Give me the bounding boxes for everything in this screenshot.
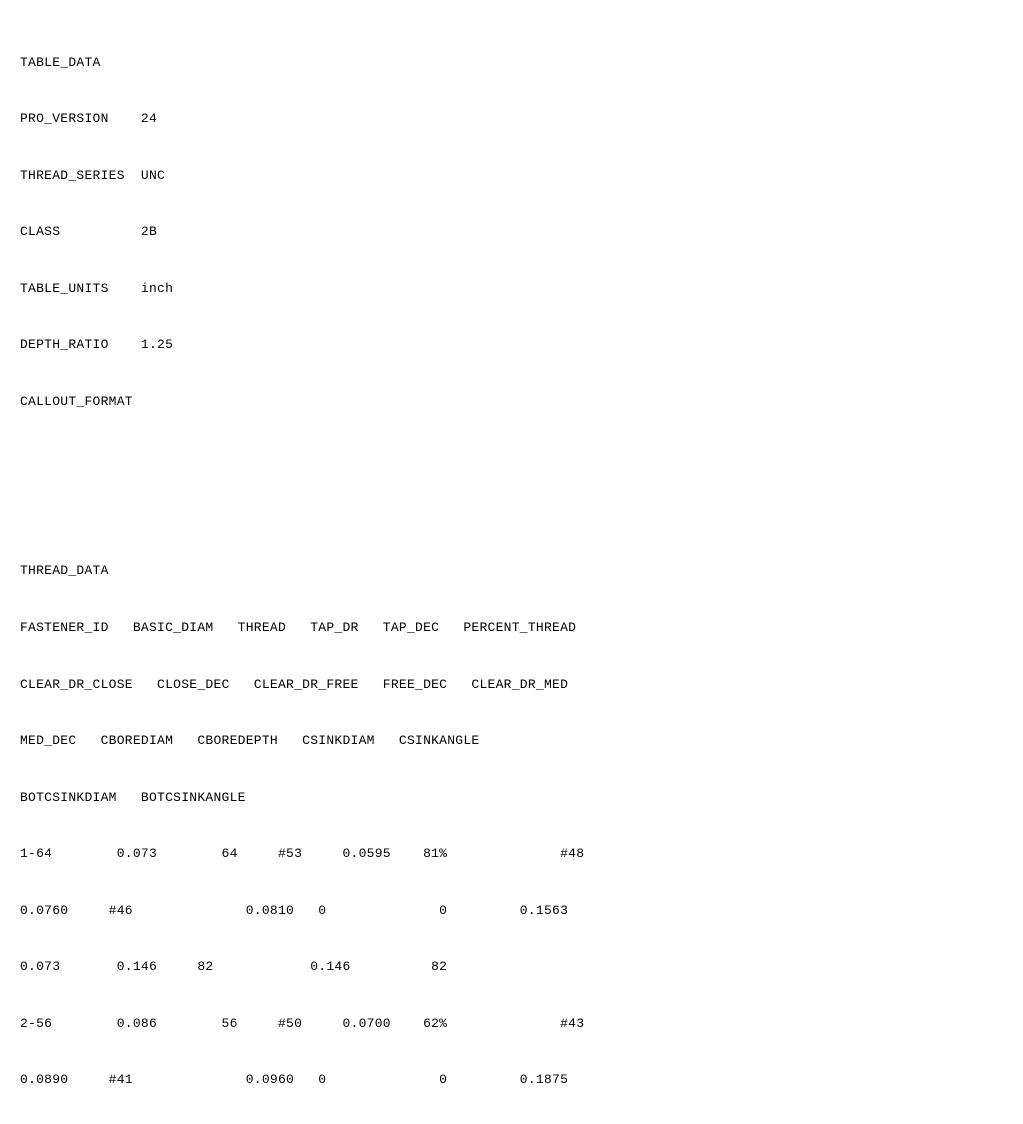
main-content: TABLE_DATA PRO_VERSION 24 THREAD_SERIES … bbox=[20, 16, 1003, 1124]
col-header-row4: BOTCSINKDIAM BOTCSINKANGLE bbox=[20, 789, 1003, 808]
pro-version-line: PRO_VERSION 24 bbox=[20, 110, 1003, 129]
data-row-1: 0.0760 #46 0.0810 0 0 0.1563 bbox=[20, 902, 1003, 921]
table-units-line: TABLE_UNITS inch bbox=[20, 280, 1003, 299]
data-row-0: 1-64 0.073 64 #53 0.0595 81% #48 bbox=[20, 845, 1003, 864]
blank-2 bbox=[20, 506, 1003, 525]
thread-data-label: THREAD_DATA bbox=[20, 562, 1003, 581]
callout-format-line: CALLOUT_FORMAT bbox=[20, 393, 1003, 412]
col-header-row2: CLEAR_DR_CLOSE CLOSE_DEC CLEAR_DR_FREE F… bbox=[20, 676, 1003, 695]
col-header-row1: FASTENER_ID BASIC_DIAM THREAD TAP_DR TAP… bbox=[20, 619, 1003, 638]
thread-series-line: THREAD_SERIES UNC bbox=[20, 167, 1003, 186]
blank-1 bbox=[20, 449, 1003, 468]
data-row-2: 0.073 0.146 82 0.146 82 bbox=[20, 958, 1003, 977]
col-header-row3: MED_DEC CBOREDIAM CBOREDEPTH CSINKDIAM C… bbox=[20, 732, 1003, 751]
depth-ratio-line: DEPTH_RATIO 1.25 bbox=[20, 336, 1003, 355]
data-row-4: 0.0890 #41 0.0960 0 0 0.1875 bbox=[20, 1071, 1003, 1090]
table-data-label: TABLE_DATA bbox=[20, 54, 1003, 73]
data-row-3: 2-56 0.086 56 #50 0.0700 62% #43 bbox=[20, 1015, 1003, 1034]
class-line: CLASS 2B bbox=[20, 223, 1003, 242]
